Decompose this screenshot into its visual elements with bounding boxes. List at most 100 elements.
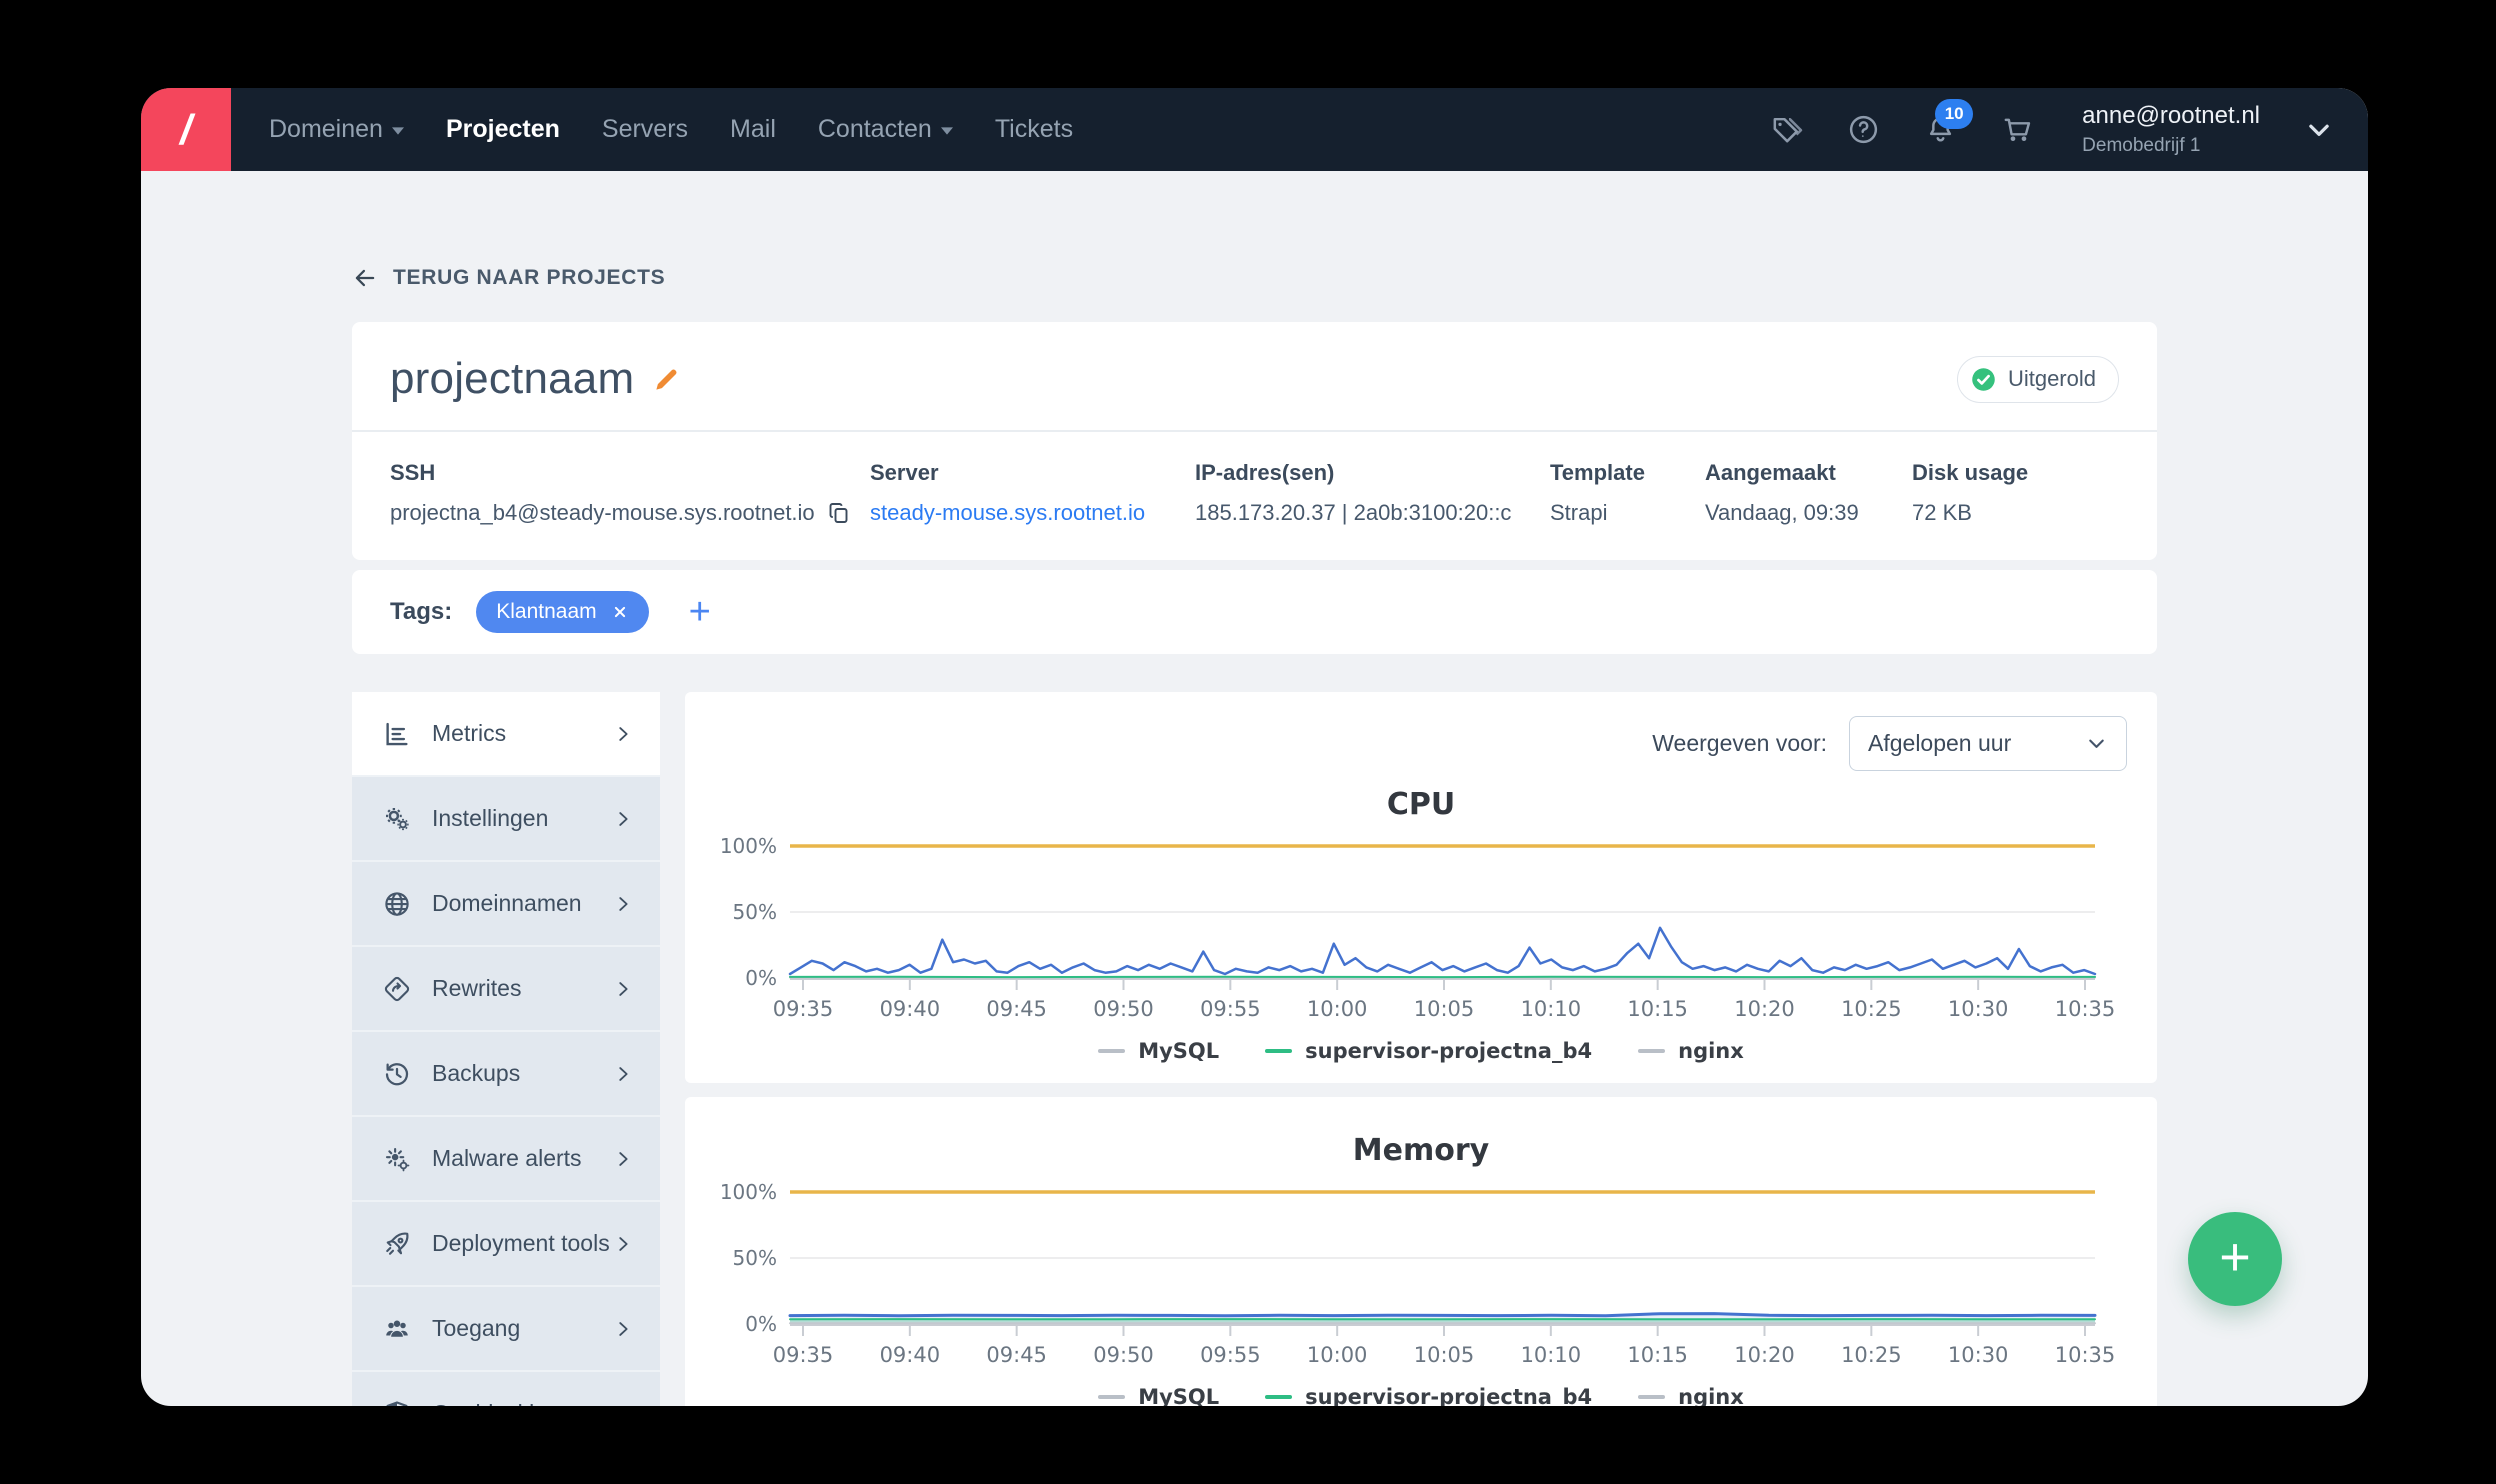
caret-down-icon <box>391 127 404 135</box>
nav-right: 10 anne@rootnet.nl Demobedrijf 1 <box>1770 99 2368 158</box>
chevron-down-icon[interactable] <box>2304 115 2334 145</box>
user-email: anne@rootnet.nl <box>2082 102 2260 130</box>
svg-text:10:20: 10:20 <box>1734 1343 1795 1367</box>
main-area: Metrics Instellingen Domeinnamen Rewrites Ba… <box>352 692 2157 1406</box>
globe-icon <box>382 889 412 919</box>
info-value-text: Strapi <box>1550 500 1608 525</box>
nav-item-label: Mail <box>730 115 776 143</box>
sidebar-item-rewrites[interactable]: Rewrites <box>352 947 660 1032</box>
nav-item-servers[interactable]: Servers <box>602 115 688 144</box>
svg-text:50%: 50% <box>733 1246 777 1270</box>
nav-item-label: Projecten <box>445 115 560 143</box>
tag-label: Klantnaam <box>496 600 597 623</box>
chart-legend: MySQL supervisor-projectna_b4 nginx <box>715 1031 2127 1083</box>
copy-icon[interactable] <box>827 501 851 525</box>
filter-label: Weergeven voor: <box>1652 730 1827 756</box>
svg-text:0%: 0% <box>745 966 777 990</box>
sidebar-item-metrics[interactable]: Metrics <box>352 692 660 777</box>
svg-text:10:15: 10:15 <box>1627 997 1688 1021</box>
memory-card: Memory 09:35 09:40 09:45 09:50 09:55 10:00 10:… <box>685 1097 2157 1406</box>
chart-legend: MySQL supervisor-projectna_b4 nginx <box>715 1377 2127 1406</box>
svg-text:10:25: 10:25 <box>1841 997 1902 1021</box>
chart-plot-area: 09:35 09:40 09:45 09:50 09:55 10:00 10:05 10:10… <box>715 826 2127 1031</box>
svg-text:09:40: 09:40 <box>880 1343 941 1367</box>
tags-icon[interactable] <box>1770 113 1803 146</box>
info-value-text: 185.173.20.37 | 2a0b:3100:20::c <box>1195 500 1512 525</box>
cpu-chart: CPU 09:35 09:40 09:45 09:50 09:55 10:00 10:05 1… <box>715 787 2127 1083</box>
sidebar-item-malware-alerts[interactable]: Malware alerts <box>352 1117 660 1202</box>
sidebar-item-backups[interactable]: Backups <box>352 1032 660 1117</box>
filter-row: Weergeven voor: Afgelopen uur <box>715 716 2127 771</box>
sidebar-item-toegang[interactable]: Toegang <box>352 1287 660 1372</box>
shield-icon <box>382 1399 412 1406</box>
tags-label: Tags: <box>390 598 453 625</box>
info-value: Vandaag, 09:39 <box>1705 500 1912 526</box>
chevron-right-icon <box>612 978 634 1000</box>
svg-text:09:55: 09:55 <box>1200 1343 1261 1367</box>
nav-item-contacten[interactable]: Contacten <box>818 115 953 144</box>
chart-plot-area: 09:35 09:40 09:45 09:50 09:55 10:00 10:05 10:10… <box>715 1172 2127 1377</box>
svg-text:100%: 100% <box>720 1180 777 1204</box>
sidebar-item-label: Malware alerts <box>432 1145 582 1171</box>
svg-text:09:55: 09:55 <box>1200 997 1261 1021</box>
chevron-right-icon <box>612 1148 634 1170</box>
info-value-text: projectna_b4@steady-mouse.sys.rootnet.io <box>390 500 815 525</box>
legend-dash <box>1098 1049 1126 1053</box>
info-col-ip-adres-sen-: IP-adres(sen) 185.173.20.37 | 2a0b:3100:2… <box>1195 460 1550 526</box>
user-menu[interactable]: anne@rootnet.nl Demobedrijf 1 <box>2082 101 2260 158</box>
svg-text:09:35: 09:35 <box>773 997 834 1021</box>
select-chevron-icon <box>2085 732 2108 755</box>
sidebar-item-deployment-tools[interactable]: Deployment tools <box>352 1202 660 1287</box>
info-value-text: Vandaag, 09:39 <box>1705 500 1859 525</box>
svg-text:10:20: 10:20 <box>1734 997 1795 1021</box>
svg-text:10:10: 10:10 <box>1521 1343 1582 1367</box>
help-icon[interactable] <box>1847 113 1880 146</box>
add-tag-button[interactable]: + <box>689 593 711 631</box>
legend-label: MySQL <box>1138 1039 1220 1063</box>
cart-icon[interactable] <box>2001 113 2034 146</box>
caret-down-icon <box>940 127 953 135</box>
back-link[interactable]: TERUG NAAR PROJECTS <box>352 265 665 291</box>
info-col-disk-usage: Disk usage 72 KB <box>1912 460 2028 526</box>
status-label: Uitgerold <box>2007 366 2096 391</box>
info-label: IP-adres(sen) <box>1195 460 1335 485</box>
legend-dash <box>1265 1395 1293 1399</box>
svg-text:100%: 100% <box>720 834 777 858</box>
nav-item-mail[interactable]: Mail <box>730 115 776 144</box>
malware-icon <box>382 1144 412 1174</box>
sidebar-item-geoblocking[interactable]: Geoblocking <box>352 1372 660 1406</box>
legend-item-nginx: nginx <box>1638 1385 1744 1406</box>
check-circle-icon <box>1970 366 1997 393</box>
info-label: Disk usage <box>1912 460 2029 485</box>
sidebar-item-domeinnamen[interactable]: Domeinnamen <box>352 862 660 947</box>
nav-item-label: Servers <box>601 115 689 143</box>
info-label: Template <box>1550 460 1645 485</box>
nav-item-projecten[interactable]: Projecten <box>446 115 560 144</box>
cpu-card: Weergeven voor: Afgelopen uur CPU 09:35 0… <box>685 692 2157 1083</box>
sidebar-item-label: Backups <box>432 1060 521 1086</box>
nav-item-label: Tickets <box>994 115 1074 143</box>
tag-pill: Klantnaam <box>476 591 649 633</box>
svg-text:50%: 50% <box>733 900 777 924</box>
nav-item-domeinen[interactable]: Domeinen <box>269 115 404 144</box>
sidebar-item-instellingen[interactable]: Instellingen <box>352 777 660 862</box>
info-col-server: Server steady-mouse.sys.rootnet.io <box>870 460 1195 526</box>
add-fab-button[interactable]: + <box>2188 1212 2282 1306</box>
svg-text:09:35: 09:35 <box>773 1343 834 1367</box>
metrics-icon <box>382 719 412 749</box>
remove-tag-icon[interactable] <box>611 603 629 621</box>
user-company: Demobedrijf 1 <box>2082 135 2201 157</box>
notifications-bell-icon[interactable]: 10 <box>1924 99 1974 146</box>
metrics-content: Weergeven voor: Afgelopen uur CPU 09:35 0… <box>685 692 2157 1406</box>
info-label: Server <box>870 460 939 485</box>
back-arrow-icon <box>352 265 378 291</box>
period-select[interactable]: Afgelopen uur <box>1849 716 2127 771</box>
legend-item-mysql: MySQL <box>1098 1039 1219 1063</box>
nav-item-tickets[interactable]: Tickets <box>995 115 1073 144</box>
logo[interactable]: / <box>141 88 231 171</box>
edit-pencil-icon[interactable] <box>652 364 682 394</box>
info-col-aangemaakt: Aangemaakt Vandaag, 09:39 <box>1705 460 1912 526</box>
chevron-right-icon <box>612 893 634 915</box>
info-col-template: Template Strapi <box>1550 460 1705 526</box>
server-link[interactable]: steady-mouse.sys.rootnet.io <box>870 500 1195 526</box>
